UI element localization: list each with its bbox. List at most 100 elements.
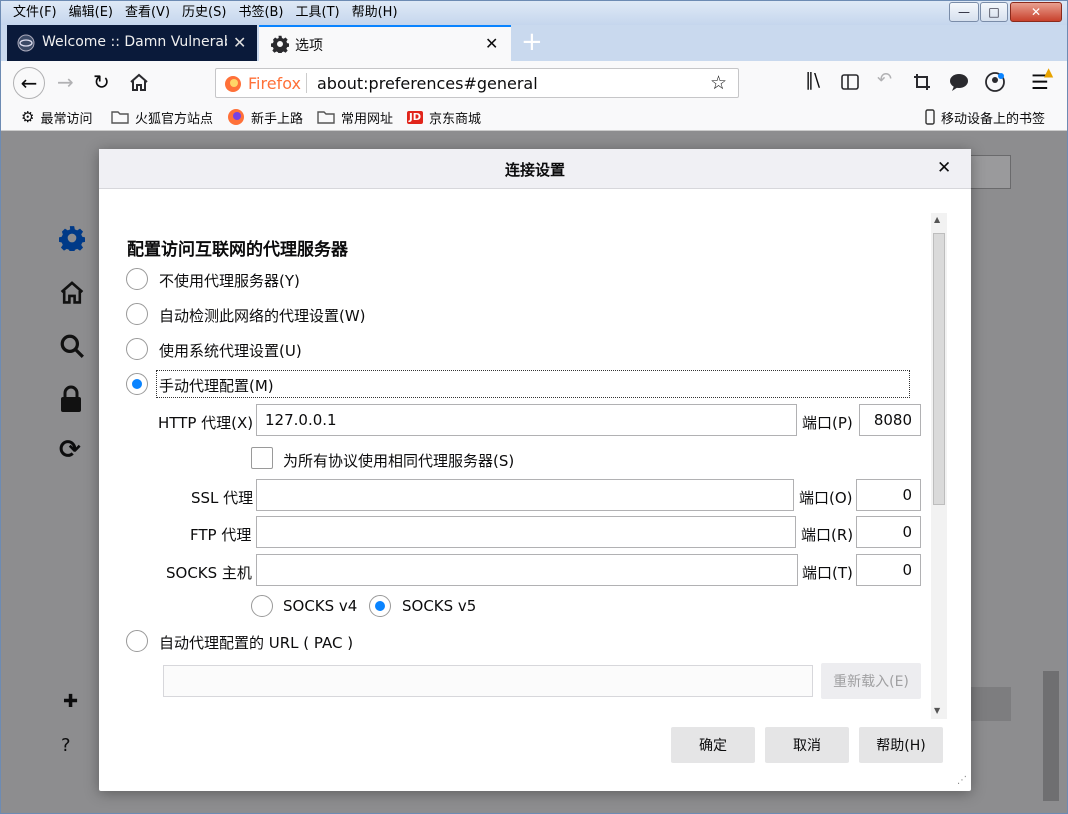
radio-no-proxy-label: 不使用代理服务器(Y) — [159, 272, 300, 290]
close-window-button[interactable]: ✕ — [1010, 2, 1062, 22]
page-scrollbar[interactable] — [1043, 671, 1059, 801]
pac-url-input[interactable] — [163, 665, 813, 697]
scroll-up-icon[interactable]: ▲ — [934, 215, 940, 224]
connection-settings-dialog: 连接设置 ✕ 配置访问互联网的代理服务器 不使用代理服务器(Y) 自动检测此网络… — [99, 149, 971, 791]
bookmark-label: 火狐官方站点 — [135, 111, 214, 127]
bookmark-getting-started[interactable]: 新手上路 — [227, 107, 303, 127]
tab-close-icon[interactable]: ✕ — [233, 33, 246, 52]
radio-manual-proxy-label: 手动代理配置(M) — [159, 377, 274, 395]
radio-auto-detect[interactable] — [126, 303, 148, 325]
menu-file[interactable]: 文件(F) — [7, 4, 63, 22]
bookmark-label: 常用网址 — [341, 111, 394, 127]
reload-pac-button[interactable]: 重新载入(E) — [821, 663, 921, 699]
crop-icon[interactable] — [913, 73, 931, 91]
dialog-title: 连接设置 — [504, 161, 565, 179]
home-icon[interactable] — [129, 73, 149, 91]
scrollbar-thumb[interactable] — [933, 233, 945, 505]
radio-system-proxy-label: 使用系统代理设置(U) — [159, 342, 302, 360]
lock-icon — [61, 385, 81, 412]
http-port-input[interactable]: 8080 — [859, 404, 921, 436]
tab-options-label: 选项 — [295, 38, 323, 54]
gear-icon: ⚙ — [21, 108, 35, 126]
reload-icon[interactable]: ↻ — [93, 70, 110, 94]
ssl-proxy-input[interactable] — [256, 479, 794, 511]
radio-system-proxy[interactable] — [126, 338, 148, 360]
maximize-button[interactable]: □ — [980, 2, 1008, 22]
cancel-button[interactable]: 取消 — [765, 727, 849, 763]
jd-logo-icon: JD — [407, 110, 424, 124]
url-bar[interactable]: Firefox about:preferences#general ☆ — [215, 68, 739, 98]
close-icon[interactable]: ✕ — [937, 158, 951, 178]
socks-host-input[interactable] — [256, 554, 798, 586]
resize-grip-icon[interactable]: ⋰ — [957, 775, 967, 786]
folder-icon — [317, 111, 335, 124]
http-proxy-input[interactable]: 127.0.0.1 — [256, 404, 797, 436]
menu-tools[interactable]: 工具(T) — [290, 4, 346, 22]
ssl-proxy-label: SSL 代理 — [191, 489, 254, 507]
warning-icon: ▲ — [1044, 65, 1054, 79]
identity-label: Firefox — [248, 74, 301, 93]
nav-bar: ← → ↻ Firefox about:preferences#general … — [1, 61, 1067, 103]
tab-welcome[interactable]: Welcome :: Damn Vulnerable ✕ — [7, 25, 257, 61]
bookmark-most-visited[interactable]: ⚙ 最常访问 — [21, 107, 92, 127]
scroll-down-icon[interactable]: ▼ — [934, 706, 940, 715]
same-proxy-checkbox[interactable] — [251, 447, 273, 469]
firefox-icon — [228, 109, 244, 125]
folder-icon — [111, 111, 129, 124]
help-button[interactable]: 帮助(H) — [859, 727, 943, 763]
tab-options[interactable]: 选项 ✕ — [259, 25, 511, 61]
sync-icon: ⟳ — [59, 435, 81, 465]
radio-pac[interactable] — [126, 630, 148, 652]
menu-bar: 文件(F) 编辑(E) 查看(V) 历史(S) 书签(B) 工具(T) 帮助(H… — [7, 4, 404, 22]
undo-icon[interactable]: ↶ — [877, 69, 892, 90]
search-icon — [60, 334, 84, 358]
dialog-scrollbar[interactable]: ▲ ▼ — [931, 213, 947, 719]
browser-window: 文件(F) 编辑(E) 查看(V) 历史(S) 书签(B) 工具(T) 帮助(H… — [0, 0, 1068, 814]
ftp-proxy-input[interactable] — [256, 516, 796, 548]
puzzle-icon: ✚ — [63, 691, 79, 712]
chat-icon[interactable] — [949, 73, 969, 91]
http-port-label: 端口(P) — [802, 414, 853, 432]
ftp-port-label: 端口(R) — [801, 526, 854, 544]
radio-socks-v4-label: SOCKS v4 — [283, 597, 358, 615]
ok-button[interactable]: 确定 — [671, 727, 755, 763]
menu-edit[interactable]: 编辑(E) — [63, 4, 119, 22]
minimize-button[interactable]: — — [949, 2, 979, 22]
bookmarks-toolbar: ⚙ 最常访问 火狐官方站点 新手上路 常用网址 JD 京东商城 移动设备上的书签 — [1, 103, 1067, 131]
home-icon — [60, 281, 84, 304]
new-tab-icon[interactable]: + — [521, 27, 543, 57]
proxy-heading: 配置访问互联网的代理服务器 — [127, 240, 348, 260]
menu-bookmarks[interactable]: 书签(B) — [232, 4, 289, 22]
radio-socks-v5[interactable] — [369, 595, 391, 617]
account-icon[interactable] — [985, 72, 1005, 92]
back-arrow-icon[interactable]: ← — [13, 67, 45, 99]
url-text[interactable]: about:preferences#general — [317, 74, 538, 93]
ssl-port-input[interactable]: 0 — [856, 479, 921, 511]
radio-socks-v4[interactable] — [251, 595, 273, 617]
sidebar-icon[interactable] — [841, 74, 859, 90]
menu-history[interactable]: 历史(S) — [176, 4, 232, 22]
bookmark-label: 京东商城 — [429, 111, 482, 127]
radio-no-proxy[interactable] — [126, 268, 148, 290]
socks-host-label: SOCKS 主机 — [166, 564, 252, 582]
url-divider — [306, 73, 307, 93]
socks-port-label: 端口(T) — [802, 564, 853, 582]
menu-help[interactable]: 帮助(H) — [346, 4, 404, 22]
bookmark-common-sites[interactable]: 常用网址 — [317, 107, 393, 127]
tab-strip: Welcome :: Damn Vulnerable ✕ 选项 ✕ + — [1, 25, 1067, 61]
library-icon[interactable]: ∥\ — [805, 70, 820, 91]
bookmark-jd[interactable]: JD 京东商城 — [407, 107, 481, 127]
star-icon[interactable]: ☆ — [710, 72, 727, 94]
firefox-icon — [225, 76, 241, 92]
menu-view[interactable]: 查看(V) — [119, 4, 176, 22]
bookmark-firefox-official[interactable]: 火狐官方站点 — [111, 107, 213, 127]
forward-arrow-icon[interactable]: → — [57, 70, 74, 94]
bookmark-mobile[interactable]: 移动设备上的书签 — [925, 107, 1045, 127]
radio-manual-proxy[interactable] — [126, 373, 148, 395]
ftp-port-input[interactable]: 0 — [856, 516, 921, 548]
ftp-proxy-label: FTP 代理 — [190, 526, 252, 544]
socks-port-input[interactable]: 0 — [856, 554, 921, 586]
tab-welcome-label: Welcome :: Damn Vulnerable — [42, 34, 227, 50]
tab-close-icon[interactable]: ✕ — [485, 34, 498, 53]
bookmark-label: 最常访问 — [40, 111, 93, 127]
